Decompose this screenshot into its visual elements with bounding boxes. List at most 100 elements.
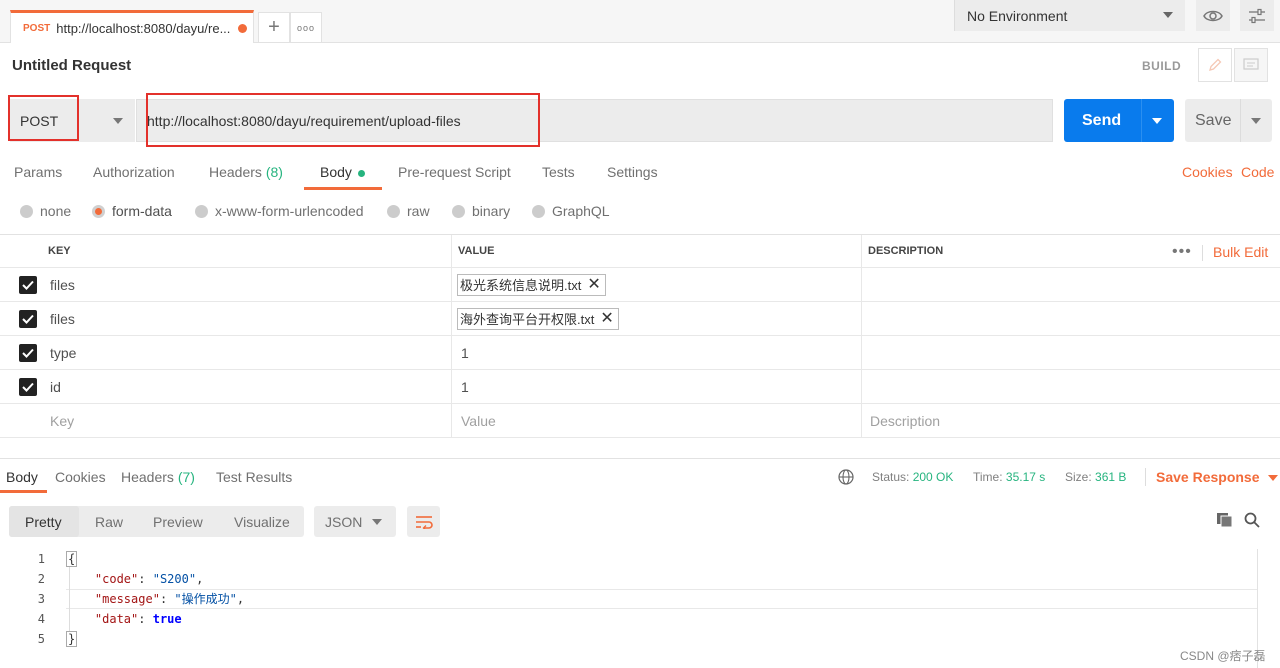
row-value[interactable]: 1 — [451, 336, 861, 369]
radio-raw[interactable]: raw — [387, 203, 430, 219]
close-brace: } — [66, 631, 78, 647]
table-options-icon[interactable]: ••• — [1172, 244, 1192, 260]
new-tab-button[interactable]: + — [258, 12, 290, 43]
code-text: "data": true — [94, 612, 182, 626]
response-tab-headers[interactable]: Headers (7) — [121, 469, 195, 485]
save-options-chevron-icon[interactable] — [1251, 118, 1261, 124]
radio-binary[interactable]: binary — [452, 203, 510, 219]
row-checkbox[interactable] — [19, 378, 37, 396]
code-line: 2 "code": "S200", — [0, 569, 1280, 589]
row-checkbox[interactable] — [19, 276, 37, 294]
row-description[interactable] — [861, 268, 1280, 301]
row-key[interactable]: files — [50, 268, 75, 301]
tab-body[interactable]: Body — [320, 164, 365, 180]
save-response-button[interactable]: Save Response — [1156, 469, 1278, 485]
row-key[interactable]: id — [50, 370, 61, 403]
edit-button[interactable] — [1198, 48, 1232, 82]
radio-none[interactable]: none — [20, 203, 71, 219]
response-tab-cookies[interactable]: Cookies — [55, 469, 106, 485]
size-label: Size: — [1065, 470, 1092, 484]
response-time[interactable]: Time: 35.17 s — [973, 470, 1045, 484]
row-key[interactable]: files — [50, 302, 75, 335]
json-string: "S200" — [152, 572, 197, 586]
json-key: "message" — [94, 592, 160, 606]
send-button[interactable]: Send — [1064, 99, 1174, 142]
code-text: "message": "操作成功", — [94, 592, 245, 606]
remove-file-icon[interactable]: ✕ — [600, 310, 613, 327]
unsaved-dot — [238, 23, 248, 33]
tab-authorization[interactable]: Authorization — [93, 164, 175, 180]
search-icon[interactable] — [1244, 512, 1260, 528]
line-number: 2 — [37, 572, 45, 586]
tab-options-button[interactable]: ooo — [290, 12, 322, 43]
url-input[interactable] — [136, 99, 1053, 142]
method-highlight-box — [8, 95, 79, 141]
chevron-down-icon — [372, 519, 382, 525]
response-tab-body[interactable]: Body — [6, 469, 38, 485]
row-value[interactable]: 1 — [451, 370, 861, 403]
remove-file-icon[interactable]: ✕ — [587, 276, 600, 293]
globe-icon[interactable] — [838, 469, 854, 485]
tab-settings[interactable]: Settings — [607, 164, 658, 180]
cookies-link[interactable]: Cookies — [1182, 164, 1233, 180]
view-visualize-button[interactable]: Visualize — [234, 514, 290, 530]
new-key-input[interactable]: Key — [50, 404, 74, 437]
wrap-lines-button[interactable] — [407, 506, 440, 537]
sliders-icon — [1249, 8, 1265, 23]
send-label: Send — [1082, 111, 1122, 129]
environment-quick-look-button[interactable] — [1196, 0, 1230, 31]
status-label: Status: — [872, 470, 910, 484]
response-size[interactable]: Size: 361 B — [1065, 470, 1126, 484]
documentation-button[interactable] — [1234, 48, 1268, 82]
json-string: "操作成功" — [174, 592, 237, 606]
environment-label: No Environment — [967, 7, 1068, 24]
response-divider[interactable] — [0, 458, 1280, 459]
row-value[interactable]: 海外查询平台开权限.txt ✕ — [451, 302, 861, 335]
environment-select[interactable]: No Environment — [954, 0, 1185, 31]
save-split-divider — [1240, 99, 1241, 142]
radio-urlencoded[interactable]: x-www-form-urlencoded — [195, 203, 364, 219]
body-type-selector: none form-data x-www-form-urlencoded raw… — [0, 203, 700, 223]
request-title[interactable]: Untitled Request — [12, 57, 131, 74]
send-options-chevron-icon[interactable] — [1152, 118, 1162, 124]
row-value[interactable]: 极光系统信息说明.txt ✕ — [451, 268, 861, 301]
code-link[interactable]: Code — [1241, 164, 1274, 180]
radio-graphql[interactable]: GraphQL — [532, 203, 610, 219]
view-raw-button[interactable]: Raw — [95, 514, 123, 530]
row-key[interactable]: type — [50, 336, 76, 369]
pencil-icon — [1209, 58, 1222, 71]
tab-prerequest-script[interactable]: Pre-request Script — [398, 164, 511, 180]
checkmark-icon — [22, 314, 34, 324]
copy-icon[interactable] — [1216, 512, 1234, 528]
radio-label: none — [40, 203, 72, 219]
response-body-code[interactable]: 1 { 2 "code": "S200", 3 "message": "操作成功… — [0, 549, 1280, 649]
new-description-input[interactable]: Description — [861, 404, 1280, 437]
view-pretty-button[interactable]: Pretty — [25, 514, 62, 530]
row-description[interactable] — [861, 370, 1280, 403]
save-button[interactable]: Save — [1185, 99, 1272, 142]
line-number: 4 — [37, 612, 45, 626]
request-tab[interactable]: POST http://localhost:8080/dayu/re... — [10, 10, 254, 43]
column-header-key: KEY — [48, 245, 71, 257]
row-description[interactable] — [861, 336, 1280, 369]
chevron-down-icon — [1163, 12, 1173, 18]
table-row: files 极光系统信息说明.txt ✕ — [0, 268, 1280, 302]
view-preview-button[interactable]: Preview — [153, 514, 203, 530]
row-checkbox[interactable] — [19, 310, 37, 328]
tab-headers-label: Headers — [209, 164, 262, 180]
response-tab-test-results[interactable]: Test Results — [216, 469, 292, 485]
new-value-input[interactable]: Value — [451, 404, 861, 437]
tab-headers-count: (8) — [265, 164, 283, 180]
tab-tests[interactable]: Tests — [542, 164, 575, 180]
tab-params[interactable]: Params — [14, 164, 62, 180]
radio-label: GraphQL — [552, 203, 610, 219]
tab-headers[interactable]: Headers (8) — [209, 164, 283, 180]
response-format-select[interactable]: JSON — [314, 506, 396, 537]
radio-form-data[interactable]: form-data — [92, 203, 172, 219]
response-headers-count: (7) — [177, 469, 195, 485]
row-checkbox[interactable] — [19, 344, 37, 362]
response-status[interactable]: Status: 200 OK — [872, 470, 953, 484]
bulk-edit-link[interactable]: Bulk Edit — [1213, 244, 1268, 260]
manage-environments-button[interactable] — [1240, 0, 1274, 31]
row-description[interactable] — [861, 302, 1280, 335]
